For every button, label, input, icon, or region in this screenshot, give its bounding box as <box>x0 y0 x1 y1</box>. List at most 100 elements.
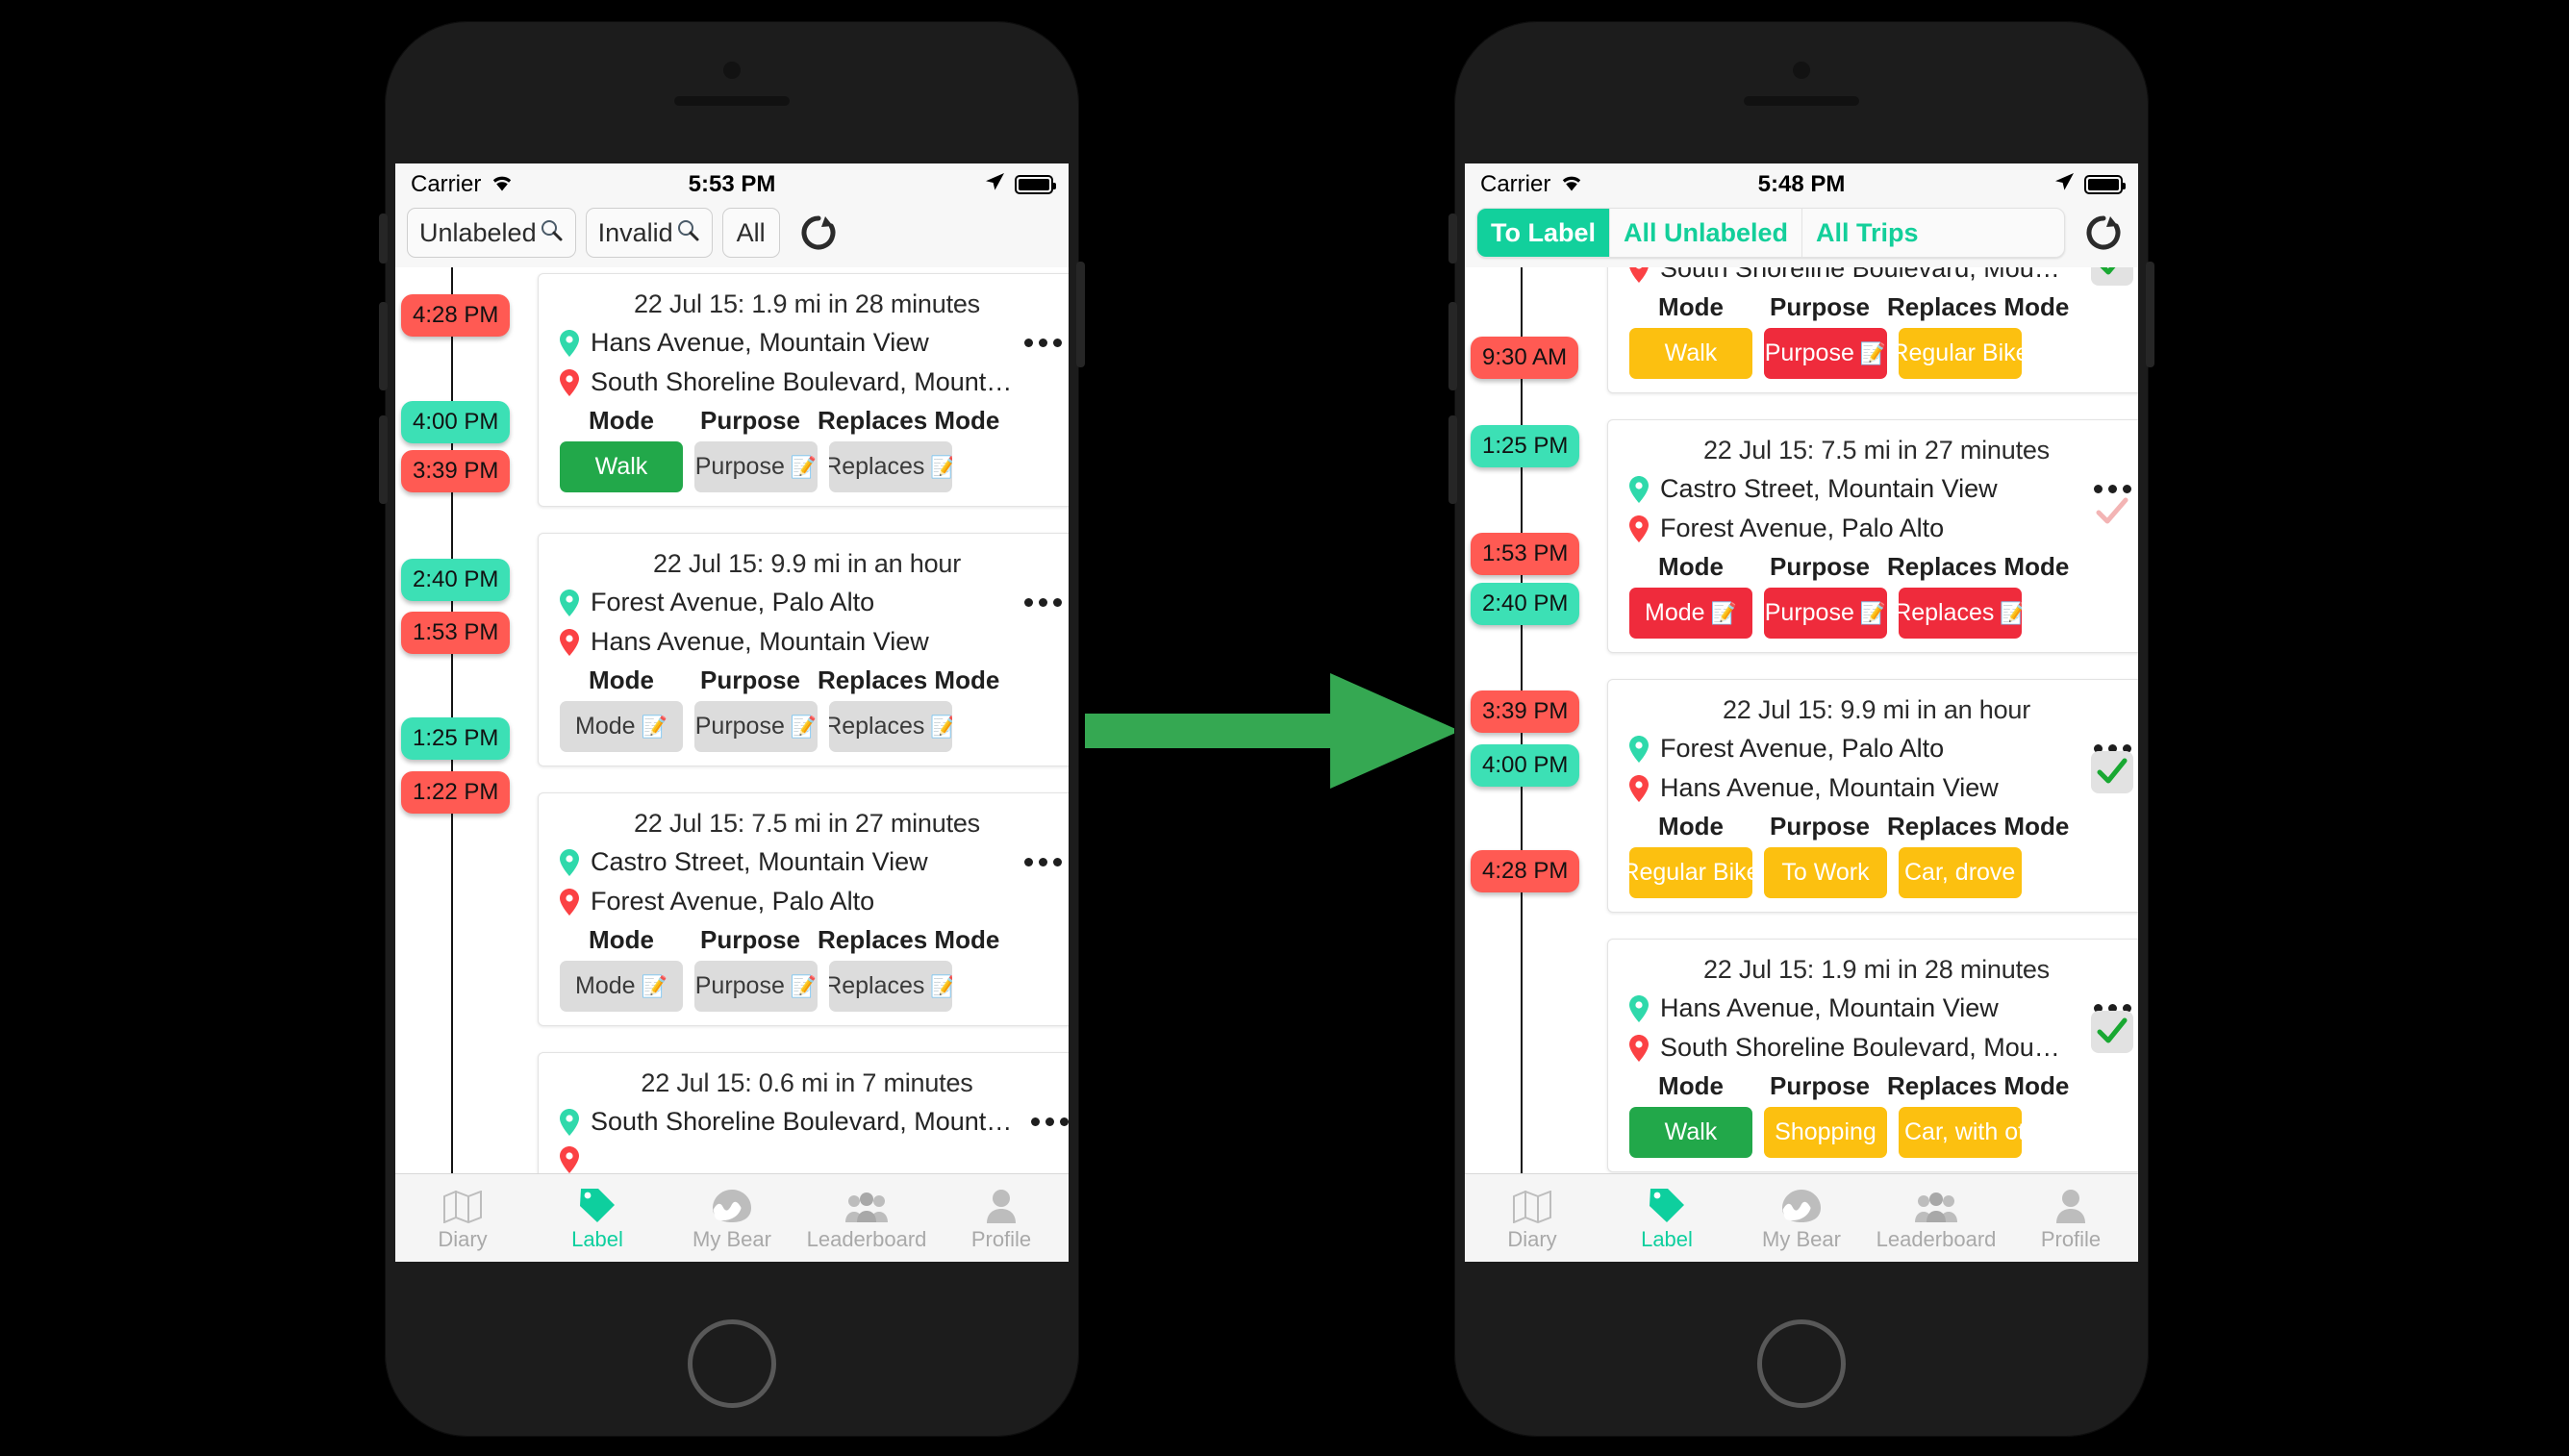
timeline-chip[interactable]: 1:22 PM <box>401 771 511 814</box>
purpose-button[interactable]: Purpose 📝 <box>1764 328 1887 379</box>
silent-switch[interactable] <box>379 213 388 264</box>
label-buttons: Mode 📝 Purpose 📝 Replaces 📝 <box>539 697 1069 754</box>
refresh-icon[interactable] <box>2080 210 2127 256</box>
confirm-check-icon[interactable] <box>2091 751 2133 793</box>
trip-card[interactable]: 22 Jul 15: 1.9 mi in 28 minutes Hans Ave… <box>1607 939 2138 1172</box>
trip-card[interactable]: 22 Jul 15: 1.9 mi in 28 minutes Hans Ave… <box>538 273 1069 507</box>
confirm-check-icon[interactable] <box>2091 267 2133 286</box>
silent-switch[interactable] <box>1448 213 1457 264</box>
purpose-button[interactable]: Purpose 📝 <box>1764 588 1887 639</box>
start-pin-icon <box>560 589 579 616</box>
header-purpose: Purpose <box>1769 1071 1871 1100</box>
confirm-check-icon[interactable] <box>2091 491 2133 534</box>
trip-title: 22 Jul 15: 7.5 mi in 27 minutes <box>633 809 980 838</box>
timeline-chip[interactable]: 9:30 AM <box>1471 337 1579 379</box>
refresh-icon[interactable] <box>795 210 842 256</box>
trip-title: 22 Jul 15: 1.9 mi in 28 minutes <box>1702 955 2050 984</box>
purpose-button[interactable]: To Work <box>1764 847 1887 898</box>
tab-diary[interactable]: Diary <box>1465 1185 1599 1252</box>
purpose-button[interactable]: Purpose 📝 <box>694 441 818 492</box>
end-pin-icon <box>1629 267 1649 283</box>
confirm-check-icon[interactable] <box>2091 1011 2133 1053</box>
volume-down-button[interactable] <box>379 415 388 504</box>
segment-all-unlabeled[interactable]: All Unlabeled <box>1610 209 1803 257</box>
header-mode: Mode <box>1658 552 1724 581</box>
replaces-button[interactable]: Replaces 📝 <box>829 441 952 492</box>
trip-card[interactable]: 22 Jul 15: 7.5 mi in 27 minutes Castro S… <box>538 792 1069 1026</box>
magnifier-icon <box>675 217 700 249</box>
mode-button[interactable]: Mode 📝 <box>560 961 683 1012</box>
filter-invalid-button[interactable]: Invalid <box>585 208 713 258</box>
purpose-button[interactable]: Purpose 📝 <box>694 961 818 1012</box>
header-mode: Mode <box>589 406 654 435</box>
more-options-icon[interactable] <box>1017 339 1062 347</box>
replaces-button[interactable]: Car, with othe <box>1899 1107 2022 1158</box>
pencil-icon: 📝 <box>1859 600 1887 625</box>
timeline-chip[interactable]: 1:53 PM <box>401 612 511 654</box>
tab-diary[interactable]: Diary <box>395 1185 530 1252</box>
replaces-button[interactable]: Replaces 📝 <box>829 701 952 752</box>
more-options-icon[interactable] <box>1017 598 1062 607</box>
trip-card[interactable]: 22 Jul 15: 9.9 mi in an hour Forest Aven… <box>538 533 1069 766</box>
trip-card[interactable]: 22 Jul 15: 7.5 mi in 27 minutes Castro S… <box>1607 419 2138 653</box>
mode-button[interactable]: Mode 📝 <box>1629 588 1752 639</box>
timeline-chip[interactable]: 3:39 PM <box>401 450 511 492</box>
timeline-chip[interactable]: 2:40 PM <box>1471 583 1580 625</box>
filter-unlabeled-button[interactable]: Unlabeled <box>407 208 576 258</box>
mode-button[interactable]: Walk <box>1629 328 1752 379</box>
trip-card[interactable]: 22 Jul 15: 9.9 mi in an hour Forest Aven… <box>1607 679 2138 913</box>
replaces-button[interactable]: Car, drove alo <box>1899 847 2022 898</box>
timeline-chip[interactable]: 4:28 PM <box>1471 850 1580 892</box>
timeline-chip[interactable]: 1:25 PM <box>1471 425 1580 467</box>
tab-my-bear[interactable]: My Bear <box>665 1185 799 1252</box>
view-segmented-control[interactable]: To Label All Unlabeled All Trips <box>1476 208 2065 258</box>
left-trip-list[interactable]: 4:28 PM 4:00 PM 3:39 PM 2:40 PM 1:53 PM … <box>395 267 1069 1173</box>
mode-button[interactable]: Mode 📝 <box>560 701 683 752</box>
timeline-chip[interactable]: 2:40 PM <box>401 559 511 601</box>
power-button[interactable] <box>1076 262 1085 367</box>
header-mode: Mode <box>1658 812 1724 841</box>
trip-card[interactable]: 22 Jul 15: 0.6 mi in 7 minutes South Sho… <box>538 1052 1069 1173</box>
tab-profile[interactable]: Profile <box>934 1185 1069 1252</box>
earpiece-speaker <box>1744 96 1859 106</box>
more-options-icon[interactable] <box>1023 1117 1069 1126</box>
tab-leaderboard[interactable]: Leaderboard <box>1869 1185 2003 1252</box>
tab-label[interactable]: Label <box>530 1185 665 1252</box>
replaces-button[interactable]: Replaces 📝 <box>829 961 952 1012</box>
trip-start-row: Hans Avenue, Mountain View <box>539 323 1069 363</box>
home-button[interactable] <box>1757 1319 1846 1408</box>
tab-leaderboard[interactable]: Leaderboard <box>799 1185 934 1252</box>
more-options-icon[interactable] <box>1017 858 1062 866</box>
trip-card[interactable]: South Shoreline Boulevard, Mou… Mode Pur… <box>1607 267 2138 393</box>
timeline-chip[interactable]: 1:25 PM <box>401 717 511 760</box>
timeline-chip[interactable]: 4:00 PM <box>1471 744 1580 787</box>
mode-button[interactable]: Regular Bike <box>1629 847 1752 898</box>
pencil-icon: 📝 <box>930 714 952 739</box>
home-button[interactable] <box>688 1319 776 1408</box>
segment-all-trips[interactable]: All Trips <box>1802 209 1932 257</box>
mode-button[interactable]: Walk <box>1629 1107 1752 1158</box>
pencil-icon: 📝 <box>790 454 818 479</box>
timeline-left: 4:28 PM 4:00 PM 3:39 PM 2:40 PM 1:53 PM … <box>395 267 538 1173</box>
filter-all-button[interactable]: All <box>721 208 780 258</box>
replaces-button[interactable]: Replaces 📝 <box>1899 588 2022 639</box>
trip-start-label: Castro Street, Mountain View <box>1660 474 1998 503</box>
power-button[interactable] <box>2146 262 2154 367</box>
timeline-chip[interactable]: 4:28 PM <box>401 294 511 337</box>
right-trip-list[interactable]: 9:30 AM 1:25 PM 1:53 PM 2:40 PM 3:39 PM … <box>1465 267 2138 1173</box>
replaces-button[interactable]: Regular Bike <box>1899 328 2022 379</box>
volume-up-button[interactable] <box>1448 302 1457 390</box>
timeline-chip[interactable]: 4:00 PM <box>401 401 511 443</box>
tab-label[interactable]: Label <box>1599 1185 1734 1252</box>
purpose-button[interactable]: Purpose 📝 <box>694 701 818 752</box>
volume-down-button[interactable] <box>1448 415 1457 504</box>
volume-up-button[interactable] <box>379 302 388 390</box>
timeline-chip[interactable]: 1:53 PM <box>1471 533 1580 575</box>
segment-to-label[interactable]: To Label <box>1477 209 1611 257</box>
header-replaces: Replaces Mode <box>818 925 1000 954</box>
tab-profile[interactable]: Profile <box>2003 1185 2138 1252</box>
mode-button[interactable]: Walk <box>560 441 683 492</box>
purpose-button[interactable]: Shopping <box>1764 1107 1887 1158</box>
timeline-chip[interactable]: 3:39 PM <box>1471 690 1580 733</box>
tab-my-bear[interactable]: My Bear <box>1734 1185 1869 1252</box>
